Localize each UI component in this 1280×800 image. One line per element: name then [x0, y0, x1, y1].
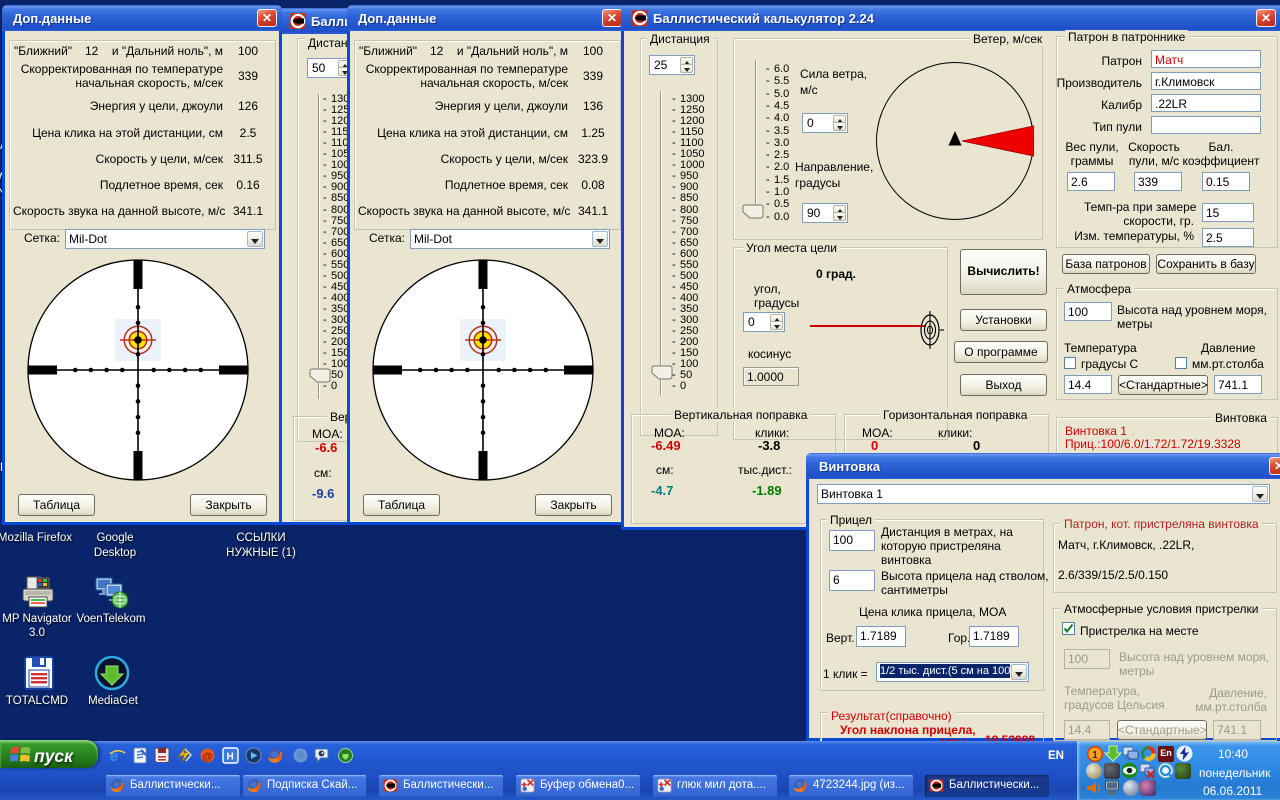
- svg-text:@: @: [202, 751, 213, 763]
- svg-text:H: H: [227, 752, 234, 763]
- svg-text:1: 1: [1092, 750, 1098, 761]
